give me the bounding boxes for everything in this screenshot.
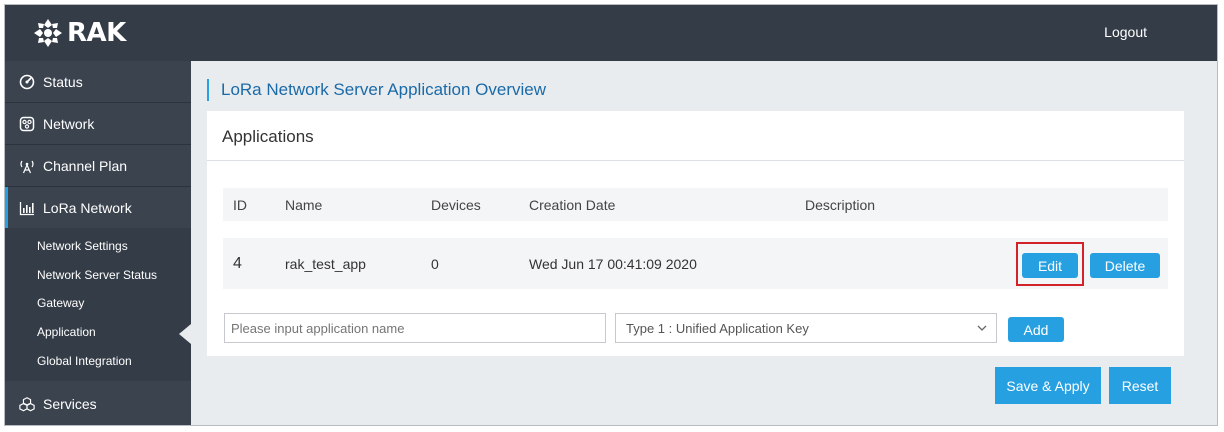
cell-id: 4: [233, 254, 242, 272]
edit-button[interactable]: Edit: [1022, 253, 1078, 278]
column-header-devices: Devices: [431, 196, 481, 213]
sidebar-item-label: Status: [43, 73, 83, 90]
sidebar-item-label: LoRa Network: [43, 199, 132, 216]
logo-text: RAK: [67, 18, 126, 48]
antenna-icon: [18, 157, 36, 175]
selected-indicator: [179, 324, 191, 344]
submenu-item-application[interactable]: Application: [37, 325, 96, 339]
column-header-creation-date: Creation Date: [529, 196, 616, 213]
column-header-id: ID: [233, 196, 247, 213]
sidebar: Status Network Channel Plan LoRa Network…: [5, 61, 191, 425]
submenu-item-network-server-status[interactable]: Network Server Status: [37, 268, 157, 282]
page-title: LoRa Network Server Application Overview: [207, 79, 546, 101]
sidebar-item-label: Network: [43, 115, 95, 132]
application-name-input[interactable]: [224, 313, 606, 343]
sidebar-item-channel-plan[interactable]: Channel Plan: [5, 145, 191, 187]
logout-link[interactable]: Logout: [1104, 24, 1147, 40]
cubes-icon: [18, 395, 36, 413]
cell-creation-date: Wed Jun 17 00:41:09 2020: [529, 255, 697, 272]
column-header-name: Name: [285, 196, 323, 213]
delete-button[interactable]: Delete: [1090, 253, 1160, 278]
sidebar-item-label: Services: [43, 395, 97, 412]
save-apply-button[interactable]: Save & Apply: [995, 367, 1101, 404]
bar-chart-icon: [18, 199, 36, 217]
applications-panel: Applications ID Name Devices Creation Da…: [207, 111, 1184, 356]
lora-network-submenu: Network Settings Network Server Status G…: [5, 228, 191, 381]
table-header: ID Name Devices Creation Date Descriptio…: [223, 188, 1168, 221]
reset-button[interactable]: Reset: [1109, 367, 1171, 404]
application-type-select[interactable]: Type 1 : Unified Application Key: [615, 313, 997, 343]
sidebar-item-status[interactable]: Status: [5, 61, 191, 103]
cell-devices: 0: [431, 255, 439, 272]
column-header-description: Description: [805, 196, 876, 213]
add-button[interactable]: Add: [1008, 317, 1064, 342]
logo[interactable]: RAK: [31, 15, 126, 51]
panel-title: Applications: [222, 127, 314, 146]
submenu-item-network-settings[interactable]: Network Settings: [37, 239, 128, 253]
chevron-down-icon: [977, 325, 987, 331]
sidebar-item-services[interactable]: Services: [5, 381, 191, 425]
application-type-value: Type 1 : Unified Application Key: [626, 320, 809, 336]
network-icon: [18, 115, 36, 133]
top-header: RAK Logout: [5, 5, 1217, 61]
submenu-item-gateway[interactable]: Gateway: [37, 296, 84, 310]
rak-logo-icon: [34, 19, 62, 47]
submenu-item-global-integration[interactable]: Global Integration: [37, 354, 132, 368]
sidebar-item-label: Channel Plan: [43, 157, 128, 174]
panel-header: Applications: [207, 111, 1184, 161]
sidebar-item-network[interactable]: Network: [5, 103, 191, 145]
app-window: RAK Logout Status Network Channel Plan L…: [4, 4, 1218, 426]
gauge-icon: [18, 73, 36, 91]
sidebar-item-lora-network[interactable]: LoRa Network: [5, 187, 191, 229]
cell-name: rak_test_app: [285, 255, 366, 272]
